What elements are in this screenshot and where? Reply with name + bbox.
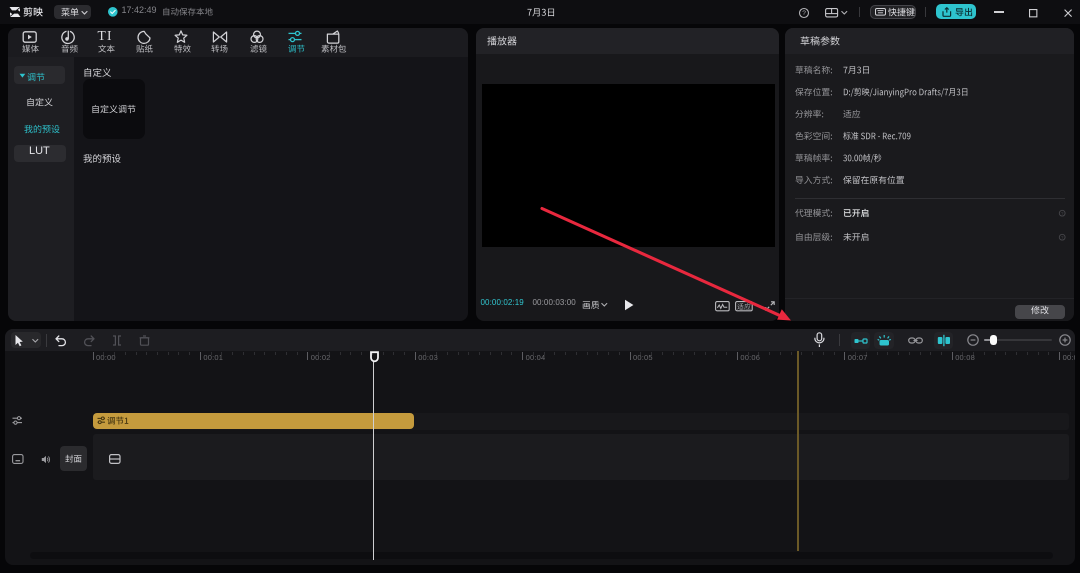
svg-text:?: ?: [802, 10, 806, 17]
svg-text:?: ?: [1061, 210, 1064, 215]
svg-text:?: ?: [1061, 235, 1064, 240]
